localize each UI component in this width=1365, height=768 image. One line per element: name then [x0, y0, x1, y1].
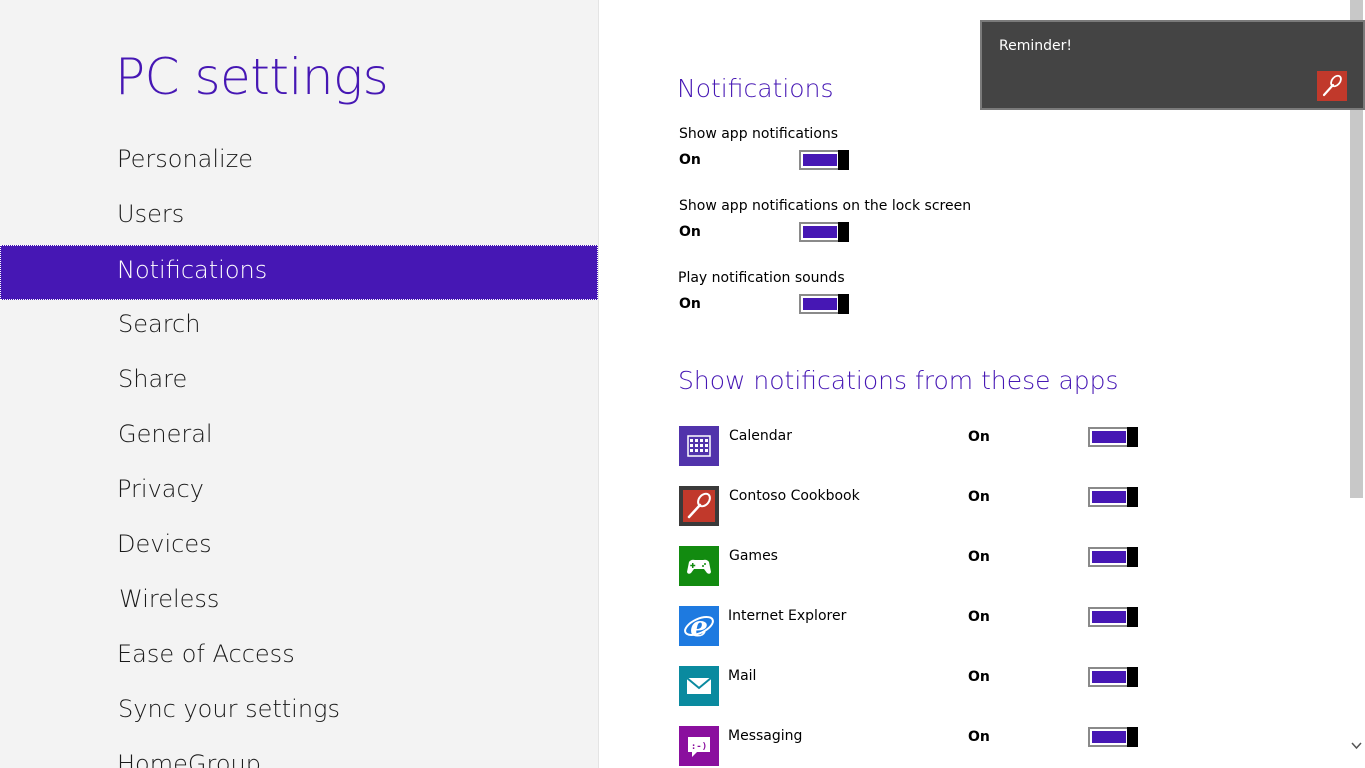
- app-state-calendar: On: [968, 429, 990, 445]
- nav-item-search[interactable]: Search: [0, 298, 598, 353]
- app-name-games: Games: [729, 548, 778, 564]
- notification-sounds-label: Play notification sounds: [678, 270, 845, 286]
- app-state-contoso-cookbook: On: [968, 489, 990, 505]
- vertical-scrollbar[interactable]: [1348, 0, 1365, 768]
- mail-toggle[interactable]: [1088, 667, 1138, 687]
- lock-screen-notifications-label: Show app notifications on the lock scree…: [679, 198, 972, 214]
- lock-screen-notifications-state: On: [679, 224, 701, 240]
- nav-item-share[interactable]: Share: [0, 353, 598, 408]
- nav-item-users[interactable]: Users: [0, 188, 598, 243]
- nav-item-label: Ease of Access: [117, 640, 295, 668]
- nav-item-personalize[interactable]: Personalize: [0, 133, 598, 188]
- calendar-toggle[interactable]: [1088, 427, 1138, 447]
- app-name-mail: Mail: [728, 668, 757, 684]
- nav-item-general[interactable]: General: [0, 408, 598, 463]
- app-name-calendar: Calendar: [729, 428, 792, 444]
- app-state-mail: On: [968, 669, 990, 685]
- nav-item-label: Devices: [117, 530, 212, 558]
- game-controller-icon: [679, 546, 719, 586]
- nav-item-label: Share: [118, 365, 188, 393]
- nav-item-label: Wireless: [119, 585, 220, 613]
- app-state-messaging: On: [968, 729, 990, 745]
- svg-text:e: e: [690, 610, 708, 643]
- app-name-internet-explorer: Internet Explorer: [728, 608, 847, 624]
- nav-item-ease-of-access[interactable]: Ease of Access: [0, 628, 598, 683]
- internet-explorer-toggle[interactable]: [1088, 607, 1138, 627]
- nav-item-privacy[interactable]: Privacy: [0, 463, 598, 518]
- messaging-bubble-icon: :-): [679, 726, 719, 766]
- mail-envelope-icon: [679, 666, 719, 706]
- app-state-games: On: [968, 549, 990, 565]
- internet-explorer-icon: e: [679, 606, 719, 646]
- cookbook-spoon-icon: [1317, 71, 1347, 101]
- cookbook-spoon-icon: [679, 486, 719, 526]
- nav-item-devices[interactable]: Devices: [0, 518, 598, 573]
- app-name-messaging: Messaging: [728, 728, 803, 744]
- contoso-cookbook-toggle[interactable]: [1088, 487, 1138, 507]
- reminder-toast-notification[interactable]: Reminder!: [980, 20, 1365, 110]
- show-app-notifications-label: Show app notifications: [679, 126, 839, 142]
- nav-item-label: HomeGroup: [117, 750, 261, 768]
- notifications-heading: Notifications: [677, 74, 834, 103]
- nav-item-label: Search: [118, 310, 201, 338]
- toast-message: Reminder!: [999, 38, 1072, 54]
- settings-nav-pane: PC settings Personalize Users Notificati…: [0, 0, 598, 768]
- messaging-toggle[interactable]: [1088, 727, 1138, 747]
- calendar-icon: [679, 426, 719, 466]
- nav-item-label: Personalize: [117, 145, 254, 173]
- notification-sounds-toggle[interactable]: [799, 294, 849, 314]
- nav-item-label: General: [118, 420, 213, 448]
- show-app-notifications-state: On: [679, 152, 701, 168]
- app-state-internet-explorer: On: [968, 609, 990, 625]
- nav-item-wireless[interactable]: Wireless: [0, 573, 598, 628]
- nav-item-label: Notifications: [117, 256, 268, 284]
- nav-item-notifications[interactable]: Notifications: [0, 245, 598, 300]
- svg-text::-): :-): [691, 742, 707, 752]
- notification-sounds-state: On: [679, 296, 701, 312]
- games-toggle[interactable]: [1088, 547, 1138, 567]
- apps-section-heading: Show notifications from these apps: [678, 366, 1119, 395]
- nav-item-homegroup[interactable]: HomeGroup: [0, 738, 598, 768]
- lock-screen-notifications-toggle[interactable]: [799, 222, 849, 242]
- page-title: PC settings: [115, 48, 389, 106]
- app-name-contoso-cookbook: Contoso Cookbook: [729, 488, 860, 504]
- nav-item-sync-your-settings[interactable]: Sync your settings: [0, 683, 598, 738]
- nav-item-label: Privacy: [117, 475, 204, 503]
- nav-item-label: Sync your settings: [118, 695, 340, 723]
- nav-item-label: Users: [117, 200, 185, 228]
- show-app-notifications-toggle[interactable]: [799, 150, 849, 170]
- scroll-down-arrow-icon[interactable]: [1350, 738, 1363, 752]
- notifications-pane: Notifications Show app notifications On …: [599, 0, 1348, 768]
